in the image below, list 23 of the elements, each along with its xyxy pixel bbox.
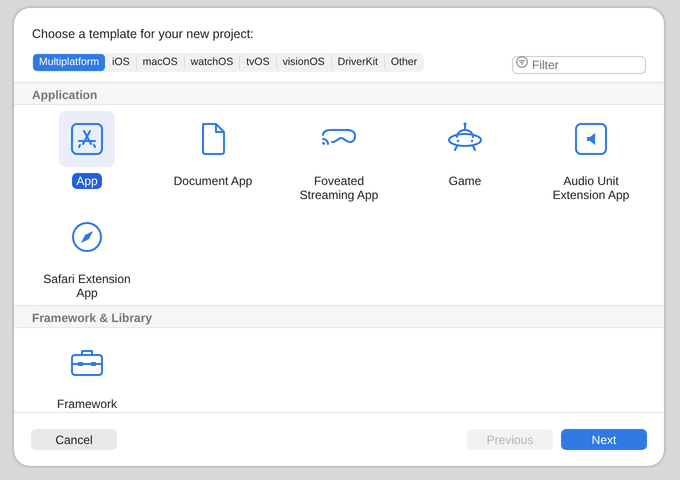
template-label[interactable]: App	[72, 173, 102, 189]
template-label[interactable]: Document App	[170, 173, 256, 189]
template-tile[interactable]	[59, 111, 115, 167]
platform-tab[interactable]: macOS	[136, 54, 184, 71]
section-header: Application	[14, 83, 664, 105]
template-label[interactable]: Audio Unit Extension App	[535, 173, 647, 203]
section-header: Framework & Library	[14, 306, 664, 328]
dialog-button[interactable]: Cancel	[31, 429, 117, 450]
filter-field[interactable]: Filter	[512, 56, 646, 74]
dialog-title: Choose a template for your new project:	[32, 26, 255, 43]
platform-tab[interactable]: DriverKit	[330, 54, 384, 71]
template-label[interactable]: Game	[444, 173, 486, 189]
platform-tab[interactable]: tvOS	[239, 54, 276, 71]
template-label[interactable]: Safari Extension App	[31, 271, 143, 301]
template-label[interactable]: Foveated Streaming App	[283, 173, 395, 203]
platform-tab[interactable]: watchOS	[184, 54, 240, 71]
platform-tab[interactable]: iOS	[105, 54, 136, 71]
platform-tab[interactable]: visionOS	[276, 54, 331, 71]
dialog-button[interactable]: Next	[561, 429, 647, 450]
filter-icon	[516, 56, 528, 68]
platform-tab[interactable]: Multiplatform	[33, 54, 106, 71]
platform-tab[interactable]: Other	[384, 54, 424, 71]
template-label[interactable]: Framework	[52, 396, 121, 412]
